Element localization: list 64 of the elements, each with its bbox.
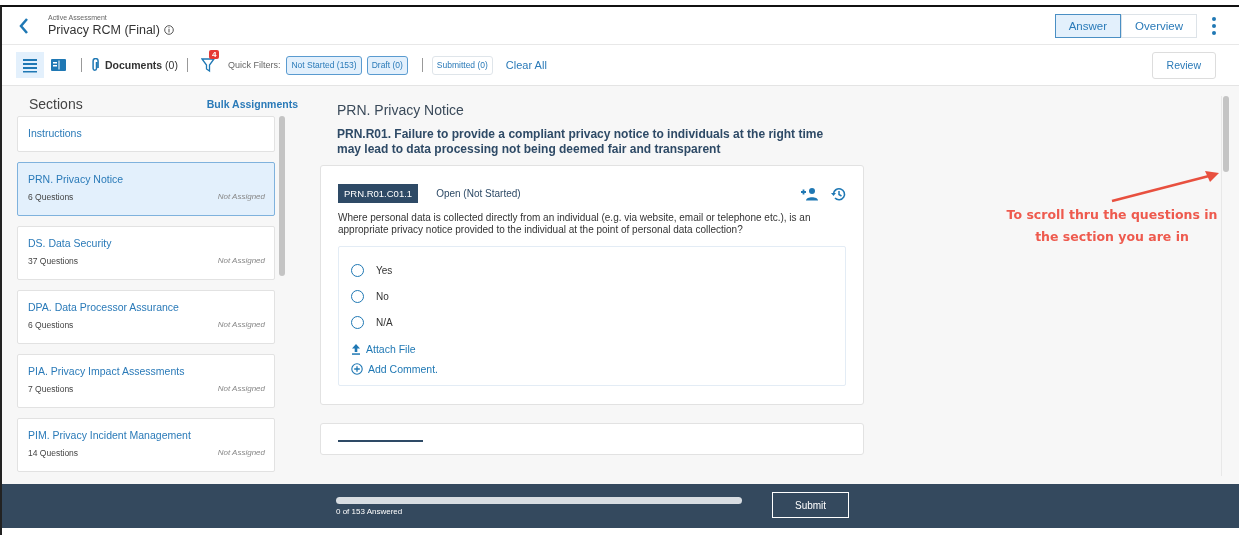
layout-toggle[interactable] [16, 52, 44, 78]
more-icon[interactable] [1211, 15, 1217, 36]
question-count: 7 Questions [28, 384, 74, 394]
question-count: 6 Questions [28, 320, 74, 330]
arrow-icon [1109, 170, 1221, 204]
documents-button[interactable]: Documents (0) [91, 58, 178, 72]
attach-file-link[interactable]: Attach File [351, 343, 416, 355]
assignment-status: Not Assigned [217, 384, 265, 394]
quick-filter-chip[interactable]: Submitted (0) [431, 55, 493, 75]
question-text: Where personal data is collected directly from an individual (e.g. via website, email or telephone etc.), is an appropriate privacy notice provided to the individual at the point of personal data collection? [338, 212, 812, 236]
bulk-assignments-link[interactable]: Bulk Assignments [206, 97, 298, 110]
option-label: N/A [376, 316, 393, 328]
section-card[interactable]: PIM. Privacy Incident Management 14 Questions Not Assigned [17, 418, 275, 472]
annotation-text: To scroll thru the questions in the section you are in [1005, 206, 1219, 246]
section-title: PRN. Privacy Notice [28, 173, 125, 185]
scrollbar-thumb[interactable] [1223, 96, 1229, 172]
split-view-icon [49, 57, 67, 73]
section-title: DS. Data Security [28, 237, 113, 249]
add-circle-icon [351, 363, 363, 375]
assignment-status: Not Assigned [217, 320, 265, 330]
quick-filter-chip[interactable]: Not Started (153) [286, 55, 362, 75]
review-button[interactable]: Review [1151, 51, 1216, 79]
info-icon [163, 25, 174, 35]
back-icon[interactable] [18, 16, 30, 35]
filter-icon[interactable] [200, 57, 215, 73]
add-person-icon[interactable] [800, 186, 818, 201]
section-title: DPA. Data Processor Assurance [28, 301, 180, 313]
option-label: Yes [376, 264, 393, 276]
list-view-icon [21, 57, 39, 73]
clear-all-link[interactable]: Clear All [505, 59, 547, 71]
progress-label: 0 of 153 Answered [336, 506, 404, 516]
paperclip-icon [91, 58, 99, 72]
question-id-tag: PRN.R01.C01.1 [338, 184, 419, 203]
section-title: PIA. Privacy Impact Assessments [28, 365, 186, 377]
filter-count-badge: 4 [208, 50, 220, 59]
quick-filters-label: Quick Filters: [227, 60, 281, 70]
section-heading: PRN. Privacy Notice [337, 102, 465, 118]
section-card[interactable]: DPA. Data Processor Assurance 6 Questions Not Assigned [17, 290, 275, 344]
quick-filter-chip[interactable]: Draft (0) [366, 55, 408, 75]
assignment-status: Not Assigned [217, 256, 265, 266]
scrollbar-thumb[interactable] [279, 116, 285, 276]
risk-statement: PRN.R01. Failure to provide a compliant privacy notice to individuals at the right time may lead to data processing not being deemed fair and transparent [337, 127, 825, 157]
view-tab[interactable]: Answer [1054, 13, 1122, 38]
section-title: PIM. Privacy Incident Management [28, 429, 192, 441]
section-card[interactable]: DS. Data Security 37 Questions Not Assigned [17, 226, 275, 280]
question-count: 14 Questions [28, 448, 79, 458]
section-card[interactable]: Instructions [17, 116, 275, 152]
question-count: 37 Questions [28, 256, 79, 266]
upload-icon [351, 343, 361, 355]
option-label: No [376, 290, 389, 302]
scrollbar[interactable] [1221, 96, 1230, 476]
section-card[interactable]: PRN. Privacy Notice 6 Questions Not Assigned [17, 162, 275, 216]
history-icon[interactable] [830, 185, 846, 202]
question-count: 6 Questions [28, 192, 74, 202]
add-comment-link[interactable]: Add Comment. [351, 363, 439, 375]
question-status: Open (Not Started) [436, 188, 521, 199]
section-card[interactable]: PIA. Privacy Impact Assessments 7 Questions Not Assigned [17, 354, 275, 408]
page-title: Privacy RCM (Final) [48, 23, 160, 37]
section-title: Instructions [28, 127, 83, 139]
view-tab[interactable]: Overview [1121, 13, 1197, 38]
sidebar-title: Sections [29, 95, 83, 112]
assignment-status: Not Assigned [217, 192, 265, 202]
submit-button[interactable]: Submit [772, 492, 850, 518]
assignment-status: Not Assigned [217, 448, 265, 458]
